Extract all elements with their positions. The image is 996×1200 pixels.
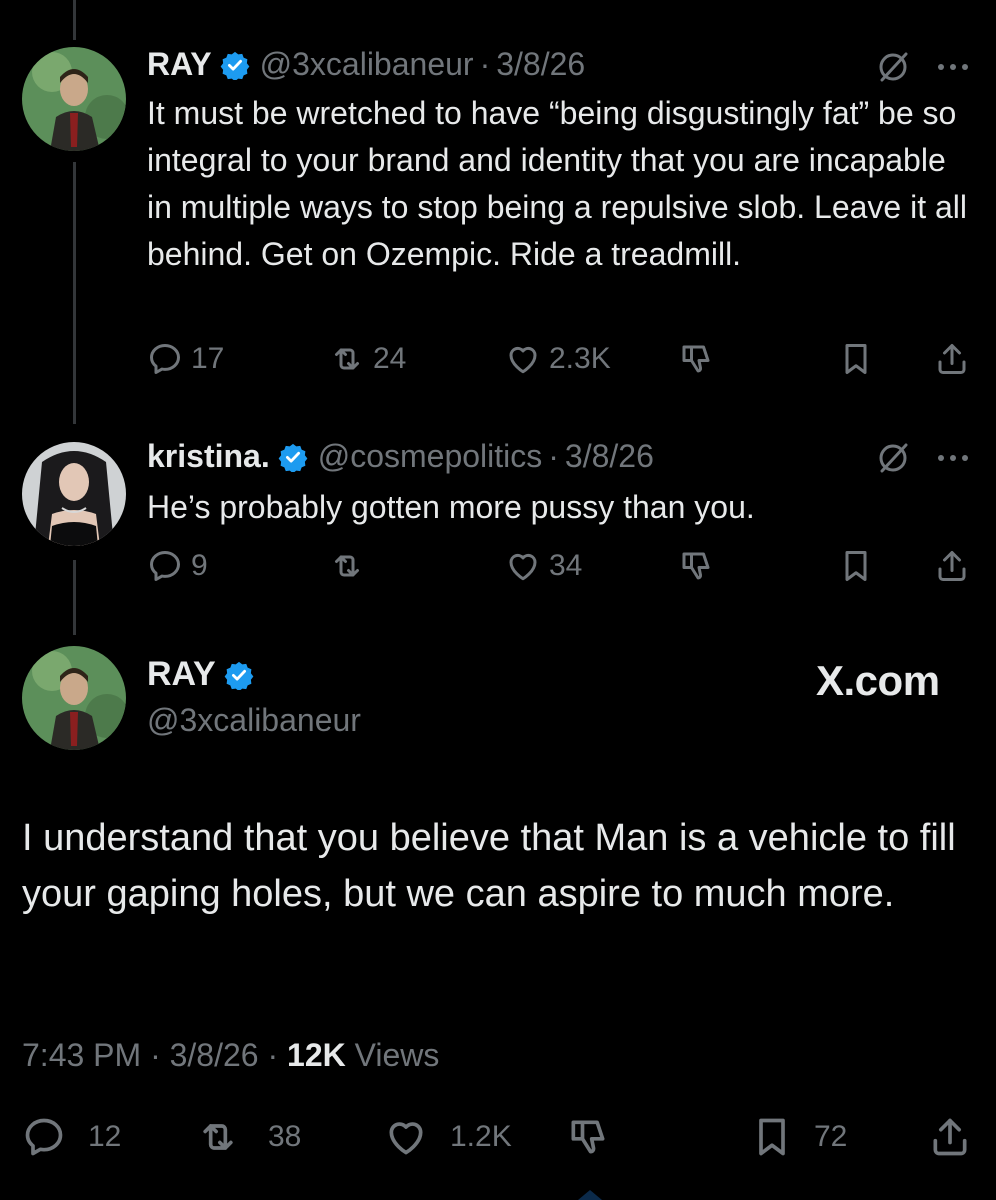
repost-icon (335, 555, 359, 577)
author-name[interactable]: kristina. (147, 438, 270, 475)
grok-icon[interactable] (876, 441, 910, 475)
repost-count: 38 (268, 1120, 302, 1153)
author-name[interactable]: RAY (147, 655, 216, 694)
dislike-icon (682, 552, 710, 580)
tweet-date[interactable]: 3/8/26 (565, 438, 654, 475)
reply-count: 9 (191, 549, 208, 582)
separator: · (150, 1037, 161, 1073)
reply-icon (150, 551, 180, 581)
tweet-header: kristina. @cosmepolitics · 3/8/26 (147, 438, 654, 475)
more-icon[interactable] (936, 441, 970, 475)
dislike-icon (571, 1120, 605, 1154)
thread-line-top (73, 0, 76, 40)
like-button[interactable]: 1.2K (384, 1115, 512, 1159)
like-button[interactable]: 2.3K (505, 341, 611, 377)
bookmark-icon (759, 1118, 785, 1156)
repost-icon (203, 1124, 233, 1150)
reply-icon (25, 1118, 63, 1156)
tweet-text: I understand that you believe that Man i… (22, 817, 956, 915)
reply-button[interactable]: 9 (147, 548, 208, 584)
tweet-text: He’s probably gotten more pussy than you… (147, 489, 755, 525)
reply-count: 12 (88, 1120, 122, 1153)
share-icon (933, 1118, 967, 1156)
views-label: Views (354, 1037, 440, 1073)
bookmark-icon (845, 551, 867, 581)
like-count: 2.3K (549, 342, 611, 375)
tweet-date[interactable]: 3/8/26 (170, 1037, 259, 1073)
avatar[interactable] (22, 442, 126, 546)
share-icon (938, 551, 966, 581)
repost-button[interactable]: 38 (196, 1115, 301, 1159)
bookmark-button[interactable] (838, 548, 874, 584)
reply-icon (150, 344, 180, 374)
author-name[interactable]: RAY (147, 46, 212, 83)
thread-line-1 (73, 162, 76, 424)
like-icon (509, 346, 537, 374)
thread-line-2 (73, 560, 76, 635)
repost-button[interactable]: 24 (329, 341, 406, 377)
tweet-text: It must be wretched to have “being disgu… (147, 95, 967, 272)
repost-icon (335, 348, 359, 370)
bookmark-icon (845, 344, 867, 374)
separator: · (479, 46, 491, 82)
tweet-time[interactable]: 7:43 PM (22, 1037, 141, 1073)
separator: · (548, 438, 559, 474)
tweet-meta: 7:43 PM · 3/8/26 · 12K Views (22, 1037, 439, 1074)
author-handle[interactable]: @3xcalibaneur (260, 46, 474, 83)
bookmark-button[interactable]: 72 (750, 1115, 847, 1159)
reply-count: 17 (191, 342, 225, 375)
dislike-button[interactable] (678, 548, 714, 584)
author-handle[interactable]: @3xcalibaneur (147, 702, 361, 739)
like-icon (509, 553, 537, 581)
dislike-button[interactable] (678, 341, 714, 377)
dislike-icon (682, 345, 710, 373)
avatar[interactable] (22, 47, 126, 151)
avatar[interactable] (22, 646, 126, 750)
verified-badge-icon (224, 661, 254, 690)
separator: · (267, 1037, 279, 1073)
author-handle[interactable]: @cosmepolitics (318, 438, 543, 475)
author-name-row: RAY (147, 655, 264, 694)
scroll-up-caret-icon[interactable] (575, 1186, 605, 1200)
bookmark-button[interactable] (838, 341, 874, 377)
like-count: 34 (549, 549, 583, 582)
dislike-button[interactable] (566, 1115, 610, 1159)
reply-button[interactable]: 17 (147, 341, 224, 377)
share-icon (938, 344, 966, 374)
like-icon (389, 1122, 423, 1155)
share-button[interactable] (934, 341, 970, 377)
reply-button[interactable]: 12 (22, 1115, 121, 1159)
verified-badge-icon (278, 443, 308, 472)
more-icon[interactable] (936, 50, 970, 84)
views-count: 12K (287, 1037, 346, 1073)
share-button[interactable] (928, 1115, 972, 1159)
repost-count: 24 (373, 342, 407, 375)
grok-icon[interactable] (876, 50, 910, 84)
tweet-date[interactable]: 3/8/26 (496, 46, 585, 83)
x-com-watermark: X.com (816, 657, 940, 704)
tweet-header: RAY @3xcalibaneur · 3/8/26 (147, 46, 585, 83)
repost-button[interactable] (329, 548, 365, 584)
like-count: 1.2K (450, 1120, 512, 1153)
like-button[interactable]: 34 (505, 548, 582, 584)
share-button[interactable] (934, 548, 970, 584)
verified-badge-icon (220, 51, 249, 80)
bookmark-count: 72 (814, 1120, 848, 1153)
